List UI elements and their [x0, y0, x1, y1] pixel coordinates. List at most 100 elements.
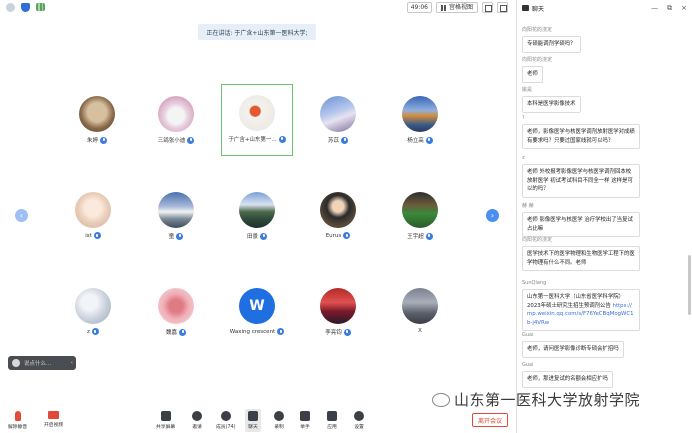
chat-message: Guai 老师，那进复试的名额会相应扩吗 — [522, 362, 613, 388]
participant-name: ist — [85, 232, 92, 239]
participant-label: 苏苡 — [328, 136, 348, 144]
participant-name: 田景 — [246, 234, 258, 240]
meeting-timer: 49:06 — [406, 2, 432, 13]
participant-tile[interactable]: 李亮钧 — [302, 278, 374, 350]
message-bubble: 医学技术下的医学物理和生物医学工程下的医学物理有什么不同。老师 — [522, 246, 640, 272]
chat-button[interactable]: 聊天 — [245, 409, 261, 432]
message-sender: Guai — [522, 332, 534, 338]
participant-tile[interactable]: ist — [57, 182, 129, 254]
floating-chat-input[interactable]: 说点什么... ‹ — [8, 356, 76, 370]
mic-icon — [341, 136, 348, 144]
chat-panel: 聊天 — ⧉ × 向阳花的浇定 专硕能调剂学硕吗？ 向阳花的浇定 老师 姚是 本… — [516, 0, 692, 433]
topbar-right-controls: 49:06 宫格视图 — [406, 2, 508, 13]
unmute-button[interactable]: 解除静音 — [8, 411, 27, 430]
topbar-left-icons — [6, 3, 45, 12]
members-button[interactable]: 成员(74) — [216, 411, 235, 430]
start-video-label: 开启视频 — [44, 423, 64, 428]
participant-tile[interactable]: 朱婷 — [61, 86, 133, 158]
participant-tile[interactable]: W Waxing crescent — [221, 278, 293, 350]
chat-scrollbar[interactable] — [688, 16, 691, 433]
avatar — [320, 192, 356, 228]
mic-off-icon — [14, 411, 21, 421]
apps-label: 应用 — [327, 425, 337, 430]
participant-label: 魏嘉 — [166, 328, 186, 336]
mic-icon — [278, 135, 286, 143]
mic-icon — [343, 232, 351, 239]
avatar — [158, 288, 194, 324]
mic-icon — [343, 328, 351, 336]
participant-tile[interactable]: X — [384, 278, 456, 350]
avatar — [239, 192, 275, 228]
participant-tile[interactable]: 魏嘉 — [140, 278, 212, 350]
participant-label: 田景 — [247, 232, 267, 240]
popout-icon[interactable]: ⧉ — [667, 4, 672, 13]
raise-hand-button[interactable]: 举手 — [300, 411, 310, 430]
settings-label: 设置 — [354, 425, 364, 430]
record-label: 录制 — [274, 425, 284, 430]
participant-name: 魏嘉 — [165, 330, 177, 336]
message-text: 山东第一医科大学（山东省医学科学院）2023年硕士研究生招生预调剂公告 — [527, 294, 625, 309]
settings-button[interactable]: 设置 — [354, 411, 364, 430]
signal-icon[interactable] — [36, 3, 45, 11]
share-screen-icon — [160, 411, 171, 421]
participant-tile[interactable]: 王宇超 — [384, 182, 456, 254]
message-bubble: 山东第一医科大学（山东省医学科学院）2023年硕士研究生招生预调剂公告 http… — [522, 289, 640, 332]
invite-icon — [192, 411, 202, 421]
mic-icon — [179, 328, 186, 336]
chevron-left-icon[interactable]: ‹ — [71, 360, 73, 366]
message-bubble: 老师 影像医学与核医学 治疗学校出了当复试占比嘛 — [522, 212, 640, 238]
participant-tile[interactable]: 三鸽张小迪 — [140, 86, 212, 158]
avatar-letter: W — [249, 298, 265, 314]
chat-message: 向阳花的浇定 老师 — [522, 56, 552, 83]
meeting-main-area: 49:06 宫格视图 正在讲话: 于广含+山东第一医科大学; 朱婷 三鸽张小迪 … — [0, 0, 516, 433]
message-sender: z — [522, 155, 525, 161]
record-button[interactable]: 录制 — [274, 411, 284, 430]
participant-label: 童 — [169, 232, 184, 240]
participant-tile[interactable]: Eurus — [302, 182, 374, 254]
avatar — [75, 192, 111, 228]
apps-icon — [327, 411, 337, 421]
shield-icon[interactable] — [21, 3, 30, 12]
message-sender: 赫 赫 — [522, 203, 534, 209]
participant-tile[interactable]: 苏苡 — [302, 86, 374, 158]
participant-name: z — [87, 328, 90, 335]
participant-tile[interactable]: 童 — [140, 182, 212, 254]
start-video-button[interactable]: 开启视频 — [44, 411, 63, 428]
share-screen-button[interactable]: 共享屏幕 — [156, 411, 175, 430]
chat-message: Guai 老师，请问医学影像诊断专硕会扩招吗 — [522, 332, 624, 358]
close-icon[interactable]: × — [681, 4, 687, 12]
emoji-icon[interactable] — [12, 359, 20, 367]
mic-icon — [100, 136, 107, 144]
participant-name: Eurus — [325, 232, 342, 239]
participant-tile-active[interactable]: 于广含+山东第一... — [221, 84, 293, 156]
invite-button[interactable]: 邀请 — [192, 411, 202, 430]
layout-icon[interactable] — [482, 2, 493, 13]
participant-name: X — [418, 328, 422, 334]
invite-label: 邀请 — [192, 425, 202, 430]
message-sender: Guai — [522, 362, 534, 368]
participant-tile[interactable]: 杨立高 — [384, 86, 456, 158]
share-screen-label: 共享屏幕 — [156, 425, 176, 430]
next-page-button[interactable]: › — [486, 209, 499, 222]
mic-icon — [93, 232, 101, 239]
participant-tile[interactable]: 田景 — [221, 182, 293, 254]
apps-button[interactable]: 应用 — [327, 411, 337, 430]
prev-page-button[interactable]: ‹ — [15, 209, 28, 222]
info-icon[interactable] — [6, 3, 15, 12]
watermark-text: 山东第一医科大学放射学院 — [454, 391, 641, 409]
participant-label: 于广含+山东第一... — [228, 135, 286, 143]
mic-icon — [187, 136, 195, 144]
participant-label: 三鸽张小迪 — [158, 136, 195, 144]
fullscreen-icon[interactable] — [497, 2, 508, 13]
avatar — [158, 96, 194, 132]
leave-meeting-button[interactable]: 离开会议 — [472, 413, 508, 427]
chat-scrollbar-thumb[interactable] — [688, 255, 691, 315]
minimize-icon[interactable]: — — [651, 4, 658, 12]
participant-tile[interactable]: z — [57, 278, 129, 350]
message-sender: ? — [522, 115, 525, 121]
chat-label: 聊天 — [248, 425, 258, 430]
chat-message: 向阳花的浇定 专硕能调剂学硕吗？ — [522, 26, 581, 53]
message-bubble: 老师，影像医学与核医学调剂放射医学对成绩有要求吗？只要过国家线就可以吗？ — [522, 124, 640, 150]
view-mode-button[interactable]: 宫格视图 — [435, 2, 478, 13]
chat-message: SunQiang 山东第一医科大学（山东省医学科学院）2023年硕士研究生招生预… — [522, 280, 640, 332]
